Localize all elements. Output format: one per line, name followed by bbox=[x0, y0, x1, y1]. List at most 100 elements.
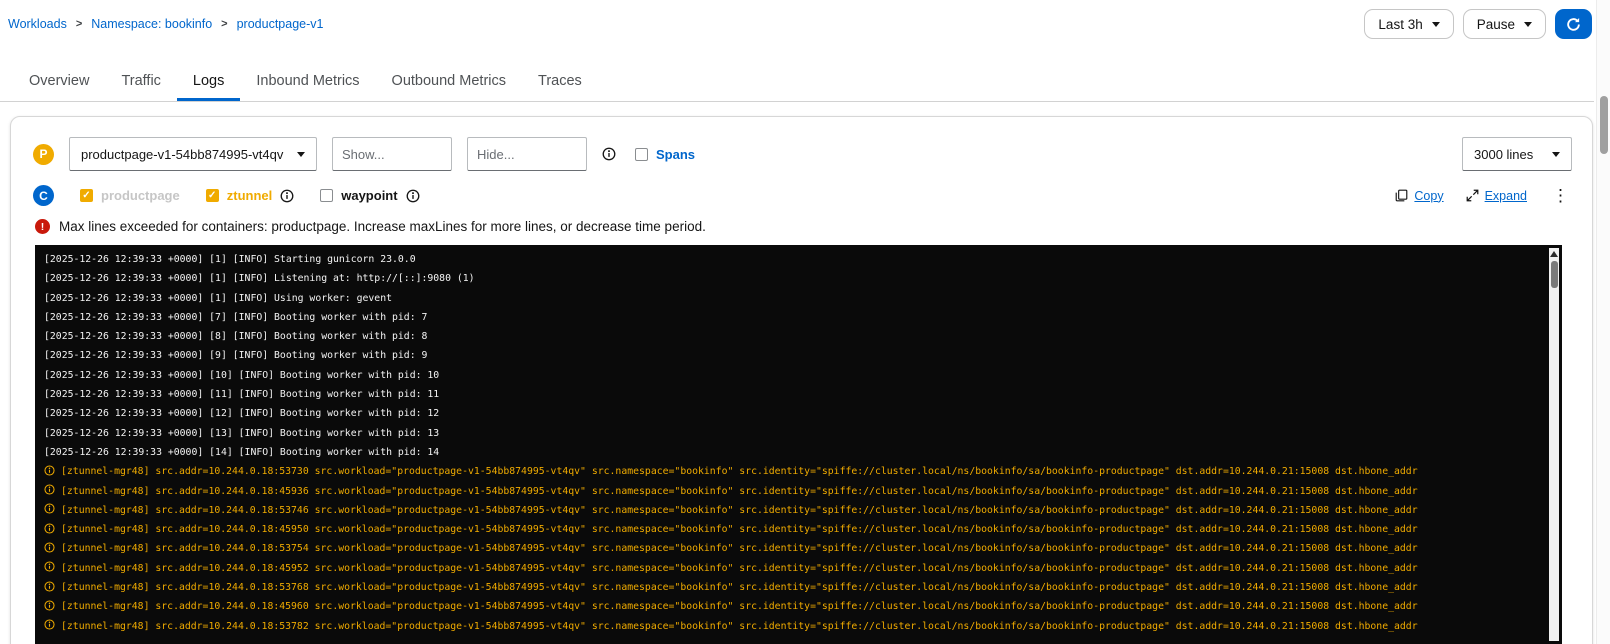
log-line: [2025-12-26 12:39:33 +0000] [13] [INFO] … bbox=[44, 424, 1542, 443]
info-icon[interactable] bbox=[602, 147, 616, 161]
log-line: [2025-12-26 12:39:33 +0000] [9] [INFO] B… bbox=[44, 346, 1542, 365]
pod-badge: P bbox=[33, 143, 54, 165]
container-label: waypoint bbox=[341, 188, 398, 203]
spans-checkbox[interactable] bbox=[635, 147, 648, 161]
log-text: [ztunnel-mgr48] src.addr=10.244.0.18:537… bbox=[61, 582, 1418, 594]
log-text: [2025-12-26 12:39:33 +0000] [10] [INFO] … bbox=[44, 369, 440, 381]
chevron-down-icon bbox=[1431, 21, 1440, 27]
breadcrumb-link[interactable]: productpage-v1 bbox=[237, 17, 324, 31]
breadcrumb-link[interactable]: Workloads bbox=[8, 17, 67, 31]
show-filter-input[interactable] bbox=[332, 137, 452, 171]
container-checkbox[interactable] bbox=[320, 189, 334, 202]
container-toggle[interactable]: productpage bbox=[80, 188, 180, 203]
container-checkbox[interactable] bbox=[205, 189, 219, 202]
expand-button[interactable]: Expand bbox=[1466, 189, 1527, 203]
info-icon bbox=[44, 561, 55, 572]
info-icon[interactable] bbox=[280, 189, 294, 203]
pod-select[interactable]: productpage-v1-54bb874995-vt4qv bbox=[69, 137, 317, 171]
container-checkbox[interactable] bbox=[80, 189, 93, 202]
log-line: [ztunnel-mgr48] src.addr=10.244.0.18:537… bbox=[44, 462, 1542, 481]
top-controls: Last 3h Pause bbox=[1364, 9, 1592, 39]
scroll-up-arrow-icon[interactable] bbox=[1550, 251, 1558, 257]
spans-label: Spans bbox=[656, 146, 696, 162]
breadcrumb-separator: > bbox=[75, 18, 83, 30]
copy-icon bbox=[1396, 189, 1408, 202]
container-badge: C bbox=[33, 185, 54, 206]
logs-card: P productpage-v1-54bb874995-vt4qv Spans … bbox=[10, 116, 1593, 644]
kebab-menu-button[interactable]: ⋮ bbox=[1549, 187, 1572, 204]
container-label: productpage bbox=[101, 188, 180, 203]
log-line: [2025-12-26 12:39:33 +0000] [1] [INFO] S… bbox=[44, 250, 1542, 269]
info-icon bbox=[44, 503, 55, 514]
spans-toggle[interactable]: Spans bbox=[635, 147, 695, 162]
max-lines-alert: ! Max lines exceeded for containers: pro… bbox=[11, 206, 1592, 234]
log-scrollbar[interactable] bbox=[1549, 248, 1559, 641]
container-label: ztunnel bbox=[226, 188, 273, 203]
log-text: [2025-12-26 12:39:33 +0000] [1] [INFO] U… bbox=[44, 292, 392, 304]
expand-label: Expand bbox=[1484, 188, 1527, 203]
log-text: [2025-12-26 12:39:33 +0000] [1] [INFO] S… bbox=[44, 254, 416, 265]
copy-button[interactable]: Copy bbox=[1395, 188, 1444, 203]
log-line: [2025-12-26 12:39:33 +0000] [12] [INFO] … bbox=[44, 404, 1542, 423]
tab[interactable]: Inbound Metrics bbox=[240, 64, 375, 101]
tabs-bar: Overview Traffic Logs Inbound Metrics Ou… bbox=[0, 64, 1594, 102]
log-text: [2025-12-26 12:39:33 +0000] [1] [INFO] L… bbox=[44, 273, 475, 285]
chevron-down-icon bbox=[1524, 21, 1532, 27]
page-scrollbar-thumb[interactable] bbox=[1599, 96, 1608, 154]
log-actions: Copy Expand ⋮ bbox=[1395, 187, 1572, 204]
time-range-dropdown[interactable]: Last 3h bbox=[1364, 9, 1454, 39]
log-line: [ztunnel-mgr48] src.addr=10.244.0.18:459… bbox=[44, 559, 1542, 578]
breadcrumb-separator: > bbox=[221, 18, 228, 30]
log-text: [ztunnel-mgr48] src.addr=10.244.0.18:537… bbox=[61, 620, 1418, 632]
tab[interactable]: Traces bbox=[522, 64, 598, 101]
tab[interactable]: Overview bbox=[13, 64, 105, 101]
refresh-button[interactable] bbox=[1555, 9, 1592, 39]
tab[interactable]: Outbound Metrics bbox=[376, 64, 522, 101]
log-scrollbar-thumb[interactable] bbox=[1550, 261, 1558, 288]
log-text: [2025-12-26 12:39:33 +0000] [8] [INFO] B… bbox=[44, 331, 428, 343]
chevron-down-icon bbox=[297, 151, 305, 157]
container-toggle[interactable]: ztunnel bbox=[205, 188, 295, 203]
log-text: [2025-12-26 12:39:33 +0000] [13] [INFO] … bbox=[44, 427, 440, 439]
log-line: [ztunnel-mgr48] src.addr=10.244.0.18:537… bbox=[44, 578, 1542, 597]
page-scrollbar[interactable] bbox=[1596, 0, 1610, 644]
info-icon[interactable] bbox=[406, 189, 420, 203]
log-text: [ztunnel-mgr48] src.addr=10.244.0.18:537… bbox=[61, 543, 1418, 555]
breadcrumb-link[interactable]: Namespace: bookinfo bbox=[91, 17, 212, 31]
log-line: [2025-12-26 12:39:33 +0000] [1] [INFO] U… bbox=[44, 289, 1542, 308]
breadcrumb-item: productpage-v1 > bbox=[237, 17, 324, 31]
info-icon bbox=[44, 619, 55, 630]
info-icon bbox=[44, 523, 55, 534]
info-icon bbox=[44, 542, 55, 553]
log-text: [ztunnel-mgr48] src.addr=10.244.0.18:459… bbox=[61, 601, 1418, 613]
lines-count-select[interactable]: 3000 lines bbox=[1462, 137, 1572, 171]
lines-count-value: 3000 lines bbox=[1474, 146, 1534, 162]
tab[interactable]: Logs bbox=[177, 64, 240, 101]
sync-icon bbox=[1567, 17, 1580, 31]
log-viewer[interactable]: [2025-12-26 12:39:33 +0000] [1] [INFO] S… bbox=[35, 245, 1562, 644]
log-text: [ztunnel-mgr48] src.addr=10.244.0.18:459… bbox=[61, 485, 1418, 497]
breadcrumb-item: Workloads > bbox=[8, 17, 82, 31]
hide-filter-input[interactable] bbox=[467, 137, 587, 171]
breadcrumb-item: Namespace: bookinfo > bbox=[91, 17, 227, 31]
refresh-pause-dropdown[interactable]: Pause bbox=[1462, 9, 1546, 39]
log-text: [ztunnel-mgr48] src.addr=10.244.0.18:537… bbox=[61, 504, 1418, 516]
log-line: [2025-12-26 12:39:33 +0000] [10] [INFO] … bbox=[44, 366, 1542, 385]
chevron-down-icon bbox=[1552, 151, 1560, 157]
container-toggle[interactable]: waypoint bbox=[320, 188, 419, 203]
topbar: Workloads > Namespace: bookinfo > produc… bbox=[0, 0, 1594, 48]
log-line: [2025-12-26 12:39:33 +0000] [11] [INFO] … bbox=[44, 385, 1542, 404]
info-icon bbox=[44, 581, 55, 592]
log-text: [ztunnel-mgr48] src.addr=10.244.0.18:537… bbox=[61, 466, 1418, 478]
log-line: [ztunnel-mgr48] src.addr=10.244.0.18:537… bbox=[44, 539, 1542, 558]
info-icon bbox=[44, 600, 55, 611]
log-text: [2025-12-26 12:39:33 +0000] [9] [INFO] B… bbox=[44, 350, 428, 362]
info-icon bbox=[44, 465, 55, 476]
log-line: [ztunnel-mgr48] src.addr=10.244.0.18:459… bbox=[44, 520, 1542, 539]
log-text: [2025-12-26 12:39:33 +0000] [12] [INFO] … bbox=[44, 408, 440, 420]
tab[interactable]: Traffic bbox=[105, 64, 176, 101]
log-line: [ztunnel-mgr48] src.addr=10.244.0.18:459… bbox=[44, 597, 1542, 616]
breadcrumb: Workloads > Namespace: bookinfo > produc… bbox=[8, 17, 323, 31]
alert-message: Max lines exceeded for containers: produ… bbox=[59, 219, 706, 234]
copy-label: Copy bbox=[1414, 188, 1444, 203]
